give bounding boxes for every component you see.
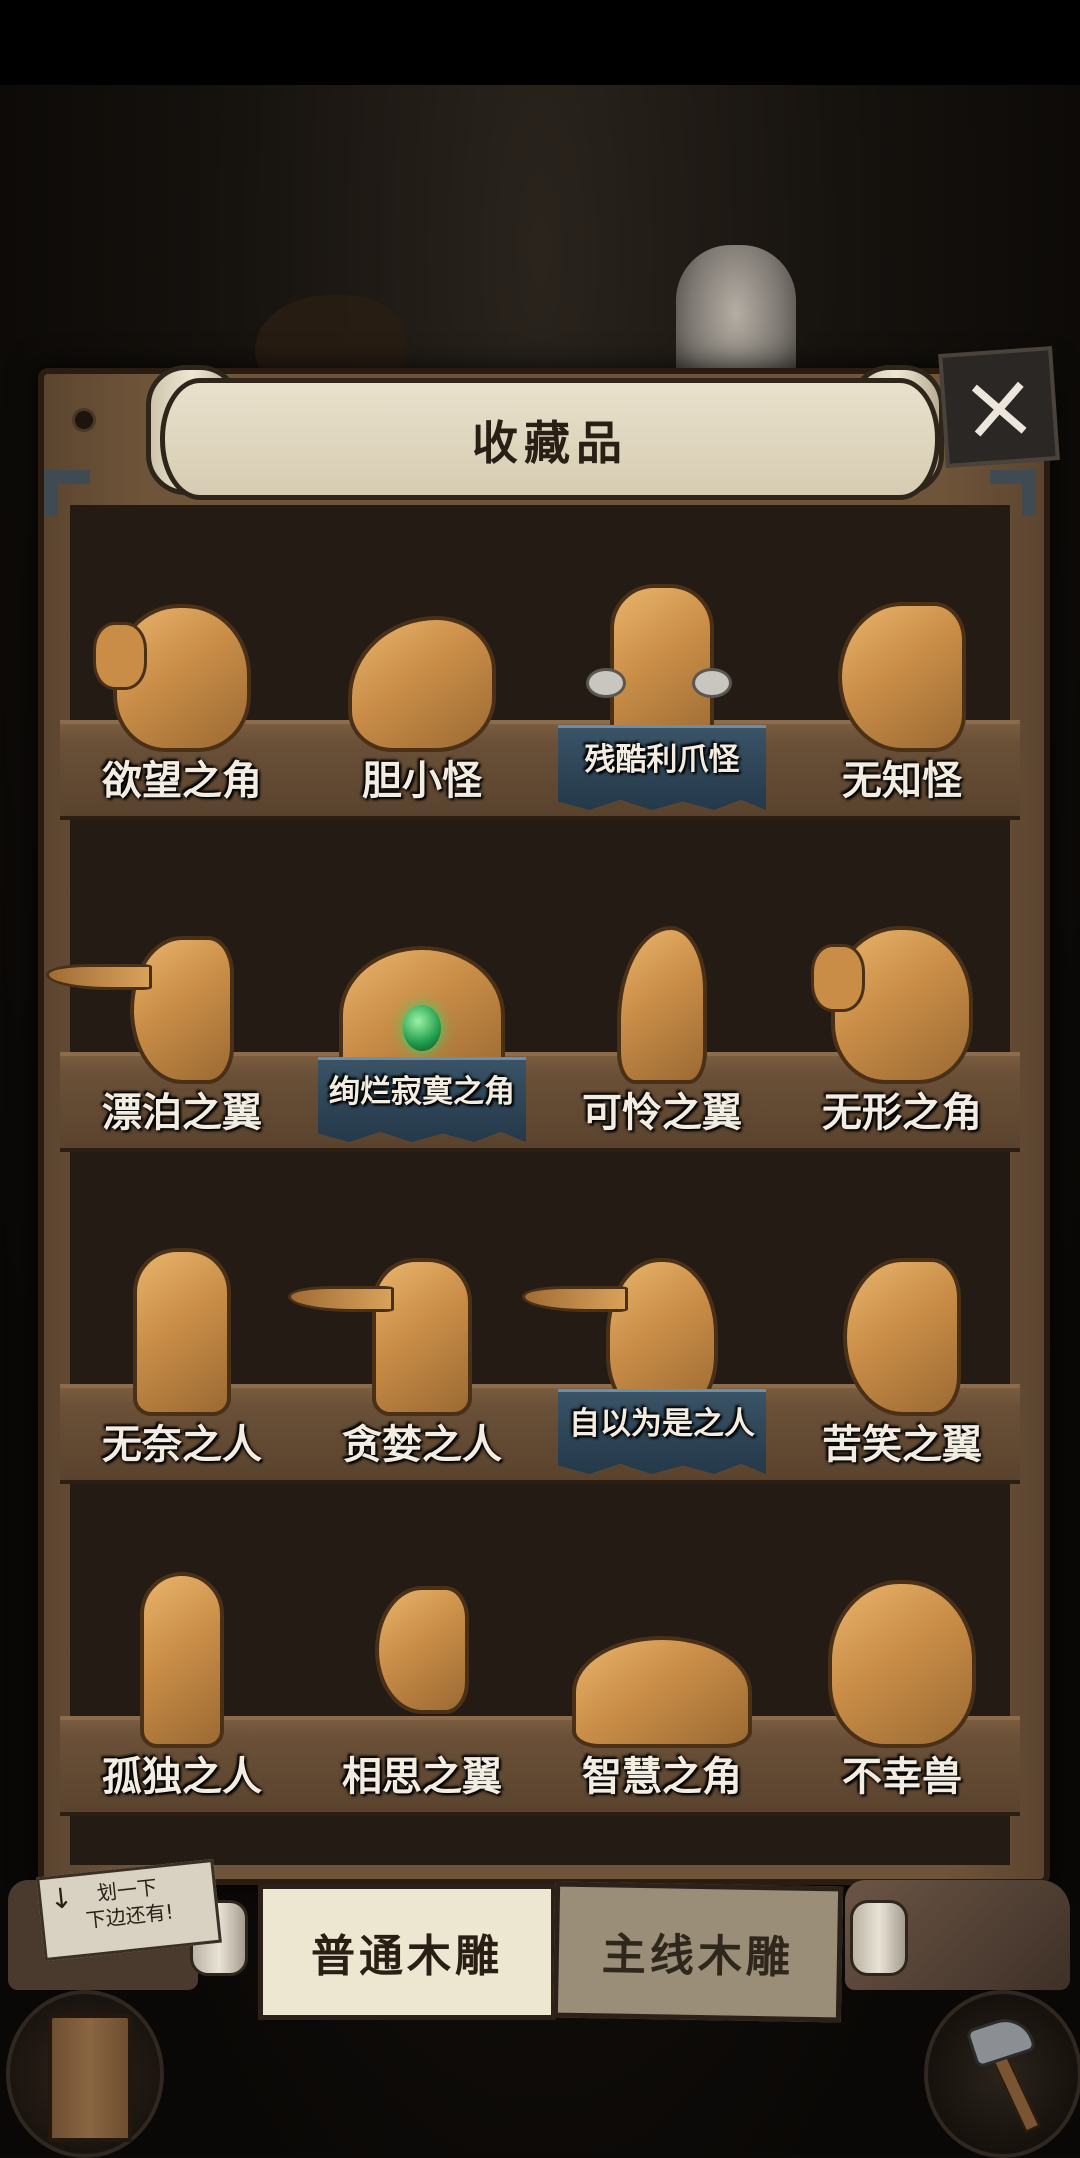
figurine-label: 可怜之翼 [582, 1089, 742, 1136]
creature-figurine [348, 616, 496, 752]
elephant-figurine [811, 926, 973, 1084]
tab-normal-carvings[interactable]: 普通木雕 [258, 1884, 556, 2020]
claw-icon [586, 668, 626, 698]
figurine-slot[interactable]: 胆小怪 [306, 555, 538, 810]
figurine-slot[interactable]: 漂泊之翼 [46, 887, 298, 1142]
greedy-man-figurine [288, 1258, 472, 1416]
figurine-label: 胆小怪 [362, 757, 482, 804]
paper-roll-icon [850, 1900, 908, 1976]
carving-tool-button[interactable] [924, 1990, 1080, 2158]
figurine-slot[interactable]: 残酷利爪怪 [546, 555, 778, 810]
close-button[interactable]: × [938, 346, 1060, 468]
pitiful-bird-figurine [617, 926, 707, 1084]
figurine-slot[interactable]: 智慧之角 [546, 1551, 778, 1806]
figurine-label: 漂泊之翼 [102, 1089, 262, 1136]
figurine-label: 无奈之人 [102, 1421, 262, 1468]
door-icon [48, 2014, 132, 2142]
figurine-slot[interactable]: 孤独之人 [66, 1551, 298, 1806]
figurine-slot[interactable]: 相思之翼 [306, 1551, 538, 1806]
page-title: 收藏品 [472, 416, 628, 470]
figurine-slot[interactable]: 无奈之人 [66, 1219, 298, 1474]
pelican-figurine [46, 936, 234, 1084]
unlucky-beast-figurine [828, 1580, 976, 1748]
figurine-slot[interactable]: 绚烂寂寞之角 [306, 887, 538, 1142]
turtle-figurine [572, 1636, 752, 1748]
lion-figurine [93, 604, 251, 752]
figurine-label-rare: 残酷利爪怪 [558, 725, 766, 810]
arrow-down-icon: ↓ [47, 1880, 75, 1917]
tab-main-carvings[interactable]: 主线木雕 [552, 1881, 844, 2023]
exit-door-button[interactable] [6, 1990, 164, 2158]
figurine-label-rare: 自以为是之人 [558, 1389, 766, 1474]
figurine-slot[interactable]: 贪婪之人 [288, 1219, 538, 1474]
figurine-label: 无知怪 [842, 757, 962, 804]
ignorant-monster-figurine [838, 602, 966, 752]
figurine-label: 贪婪之人 [342, 1421, 502, 1468]
figurine-label: 不幸兽 [842, 1753, 962, 1800]
bitter-smile-bird-figurine [843, 1258, 961, 1416]
figurine-slot[interactable]: 欲望之角 [66, 555, 298, 810]
close-icon: × [956, 350, 1042, 463]
figurine-slot[interactable]: 自以为是之人 [522, 1219, 778, 1474]
figurine-slot[interactable]: 无知怪 [786, 555, 1018, 810]
green-gem-icon [403, 1005, 441, 1051]
figurine-label: 孤独之人 [102, 1753, 262, 1800]
figurine-slot[interactable]: 可怜之翼 [546, 887, 778, 1142]
figurine-label: 无形之角 [822, 1089, 982, 1136]
axe-icon [965, 2011, 1037, 2069]
figurine-label: 智慧之角 [582, 1753, 742, 1800]
title-banner: 收藏品 [160, 378, 940, 500]
figurine-slot[interactable]: 不幸兽 [786, 1551, 1018, 1806]
figurine-slot[interactable]: 苦笑之翼 [786, 1219, 1018, 1474]
figurine-label-rare: 绚烂寂寞之角 [318, 1057, 526, 1142]
figurine-label: 相思之翼 [342, 1753, 502, 1800]
claw-icon [692, 668, 732, 698]
figurine-slot[interactable]: 无形之角 [786, 887, 1018, 1142]
crane-figurine [375, 1586, 469, 1714]
status-bar [0, 0, 1080, 85]
helpless-man-figurine [133, 1248, 231, 1416]
figurine-label: 欲望之角 [102, 757, 262, 804]
lonely-person-figurine [140, 1572, 224, 1748]
nail-icon [72, 408, 96, 432]
figurine-label: 苦笑之翼 [822, 1421, 982, 1468]
